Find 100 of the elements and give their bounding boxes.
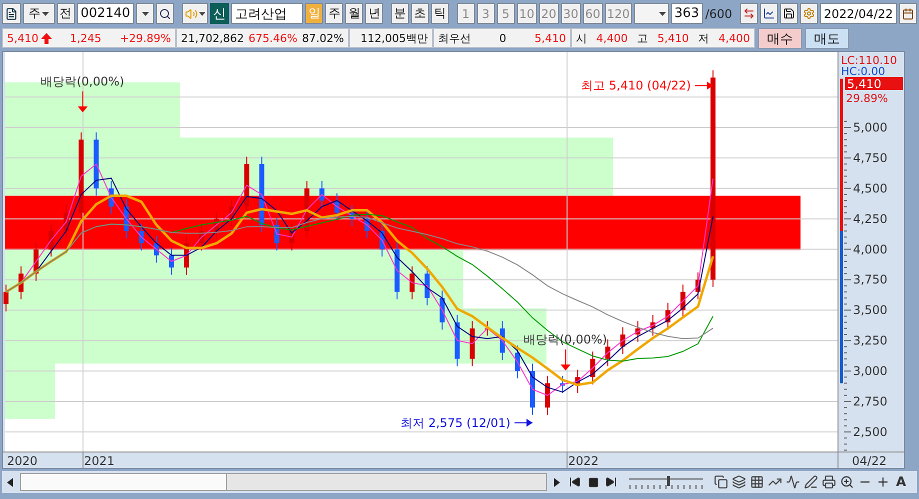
dividend-label: 배당락(0,00%) — [40, 74, 124, 88]
candlestick — [154, 235, 159, 264]
dropdown-button[interactable] — [634, 3, 670, 24]
chart-tool-button[interactable] — [749, 473, 765, 491]
date-axis-label: 2020 — [7, 454, 38, 468]
period-tab[interactable]: 주 — [325, 3, 344, 24]
right-arrow-icon — [694, 82, 714, 90]
period-tab[interactable]: 틱 — [431, 3, 450, 24]
prev-button[interactable]: 전 — [56, 3, 75, 24]
candlestick — [470, 320, 475, 367]
candlestick — [364, 211, 370, 239]
rewind-icon — [569, 476, 581, 488]
candlestick — [560, 375, 566, 394]
date-field[interactable]: 2022/04/22 — [820, 3, 898, 24]
caret-icon — [659, 12, 666, 16]
candlestick — [94, 132, 99, 196]
period-tab[interactable]: 년 — [365, 3, 384, 24]
right-arrow-icon — [514, 418, 533, 427]
axis-label: 2,750 — [853, 394, 888, 408]
candlestick — [545, 375, 550, 416]
indicator-button[interactable] — [760, 3, 778, 24]
settings-icon — [802, 7, 815, 20]
candlestick — [108, 180, 114, 214]
stop-icon — [588, 476, 598, 488]
buy-button[interactable]: 매수 — [758, 28, 802, 48]
count-field[interactable]: 363 — [671, 3, 704, 24]
candlestick — [590, 351, 596, 385]
chart-tool-button[interactable] — [785, 473, 801, 491]
volume: 21,702,862 — [181, 32, 244, 44]
grid-icon — [750, 475, 764, 489]
candlestick — [214, 211, 220, 239]
scroll-thumb[interactable] — [21, 474, 227, 490]
axis-label: 3,750 — [853, 272, 888, 287]
period-tab[interactable]: 분 — [391, 3, 410, 24]
zoom-button[interactable] — [839, 473, 855, 491]
low-label: 저 — [698, 30, 710, 46]
market-combo[interactable]: 주 — [22, 3, 55, 24]
arrows-icon — [742, 7, 755, 20]
printer-icon — [822, 475, 836, 489]
axis-label: 4,250 — [853, 212, 888, 226]
candlestick — [514, 344, 520, 379]
candlestick — [695, 272, 700, 300]
forward-icon — [605, 476, 617, 488]
period-tab[interactable]: 월 — [345, 3, 364, 24]
document-icon — [5, 6, 18, 20]
candlestick — [48, 223, 54, 258]
candlestick — [304, 180, 310, 239]
turnover-rate: 87.02% — [302, 32, 344, 44]
chart-tool-button[interactable] — [803, 473, 819, 491]
best-quote-label: 최우선 — [438, 30, 471, 46]
caret-icon — [198, 12, 206, 16]
copy-icon — [714, 475, 728, 489]
high-price: 5,410 — [657, 32, 689, 44]
down-arrow-icon — [560, 348, 571, 370]
candlestick — [650, 314, 656, 336]
chart-tool-button[interactable] — [713, 473, 729, 491]
stock-name-field[interactable]: 고려산업 — [231, 3, 304, 24]
candlestick — [64, 204, 69, 239]
font-button[interactable]: A — [893, 473, 909, 491]
save-icon — [782, 7, 795, 20]
best-quantity: 0 — [499, 32, 506, 44]
hc-label: HC:0.00 — [841, 65, 886, 78]
zoom-icon — [840, 475, 854, 489]
stock-code-field[interactable]: 002140 — [76, 3, 134, 24]
candlestick — [18, 266, 24, 300]
date-axis-label: 2021 — [84, 454, 115, 468]
candlestick — [229, 198, 234, 227]
save-button[interactable] — [780, 3, 798, 24]
market-badge: 신 — [210, 3, 230, 24]
candlestick — [635, 320, 640, 342]
date-axis-label: 04/22 — [852, 454, 887, 468]
axis-label: 3,500 — [853, 303, 888, 318]
chart-tool-button[interactable] — [731, 473, 747, 491]
search-icon — [159, 8, 172, 20]
layers-icon — [732, 475, 746, 489]
alert-button[interactable] — [182, 3, 208, 24]
low-price-label: 최저 2,575 (12/01) — [400, 416, 510, 430]
code-dropdown-button[interactable] — [136, 3, 154, 24]
down-arrow-icon — [78, 90, 88, 112]
search-button[interactable] — [156, 3, 174, 24]
low-price: 4,400 — [718, 32, 750, 44]
candlestick — [410, 266, 415, 300]
calendar-button[interactable] — [899, 3, 918, 24]
candlestick — [394, 241, 400, 300]
sell-button[interactable]: 매도 — [805, 28, 849, 48]
axis-label: 4,000 — [853, 242, 888, 256]
candlestick — [440, 290, 445, 330]
zoom-slider-drawing[interactable] — [627, 474, 705, 490]
chart-menu-button[interactable] — [2, 3, 21, 24]
chart-tool-button[interactable] — [821, 473, 837, 491]
line-chart-icon — [762, 7, 775, 20]
current-price: 5,410 — [7, 32, 38, 44]
compare-button[interactable] — [740, 3, 758, 24]
candlestick — [274, 217, 280, 251]
period-tab[interactable]: 초 — [411, 3, 430, 24]
high-price-label: 최고 5,410 (04/22) — [581, 78, 691, 93]
pulse-icon — [786, 475, 800, 489]
axis-label: 4,750 — [853, 150, 888, 165]
change-rate: +29.89% — [120, 32, 171, 44]
axis-label: 3,000 — [853, 364, 888, 378]
